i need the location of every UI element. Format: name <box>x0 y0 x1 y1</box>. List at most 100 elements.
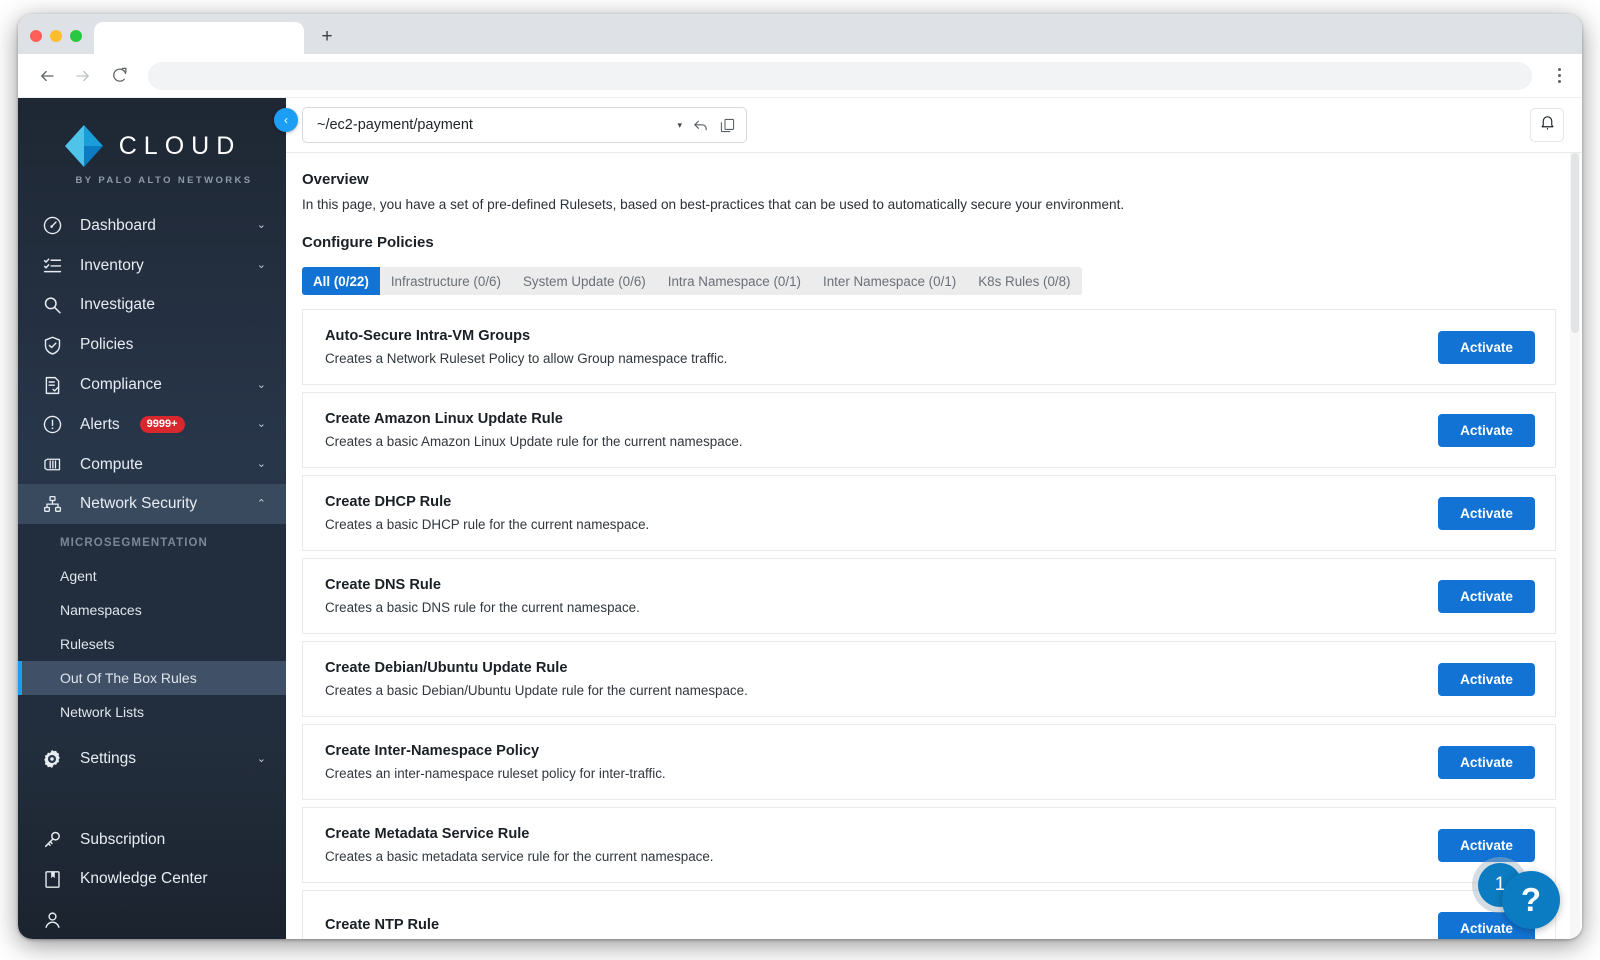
policy-card: Create Amazon Linux Update Rule Creates a… <box>302 392 1556 468</box>
chevron-down-icon: ⌄ <box>256 458 266 471</box>
sidebar-item-policies[interactable]: Policies <box>18 325 286 365</box>
forward-arrow-icon[interactable] <box>68 61 98 91</box>
minimize-window-button[interactable] <box>50 30 62 42</box>
activate-button[interactable]: Activate <box>1438 828 1535 862</box>
document-check-icon <box>40 373 64 397</box>
policy-card: Create Inter-Namespace Policy Creates an … <box>302 724 1556 800</box>
help-question-icon[interactable]: ? <box>1502 871 1560 929</box>
logo-wordmark: CLOUD <box>118 131 242 160</box>
policy-tab-0[interactable]: All (0/22) <box>302 267 380 295</box>
policy-card: Create Metadata Service Rule Creates a ba… <box>302 807 1556 883</box>
help-widget: 1 ? <box>1456 863 1566 933</box>
application-root: CLOUD BY PALO ALTO NETWORKS Dashboard ⌄ <box>18 98 1582 939</box>
sidebar-item-label: Settings <box>80 750 137 768</box>
magnifier-icon <box>40 293 64 317</box>
policy-card: Create NTP Rule Activate <box>302 890 1556 939</box>
policy-card-list: Auto-Secure Intra-VM Groups Creates a Net… <box>302 309 1556 939</box>
scrollbar-thumb[interactable] <box>1571 153 1579 333</box>
browser-toolbar <box>18 54 1582 98</box>
policy-tab-1[interactable]: Infrastructure (0/6) <box>379 267 512 295</box>
logo-subtitle: BY PALO ALTO NETWORKS <box>75 175 253 186</box>
policy-tab-3[interactable]: Intra Namespace (0/1) <box>656 267 812 295</box>
policy-card-title: Create DNS Rule <box>325 577 441 593</box>
undo-arrow-icon[interactable] <box>692 117 709 134</box>
container-icon <box>40 453 64 477</box>
sidebar: CLOUD BY PALO ALTO NETWORKS Dashboard ⌄ <box>18 98 286 939</box>
policy-card-title: Create DHCP Rule <box>325 494 452 510</box>
policy-card-description: Creates a Network Ruleset Policy to allo… <box>325 351 728 366</box>
policy-card-texts: Create Inter-Namespace Policy Creates an … <box>325 743 1438 781</box>
sidebar-item-namespaces[interactable]: Namespaces <box>18 593 286 627</box>
sidebar-item-knowledge-center[interactable]: Knowledge Center <box>18 860 286 900</box>
main-content: ~/ec2-payment/payment ▾ Overview In this… <box>286 98 1582 939</box>
policy-tab-4[interactable]: Inter Namespace (0/1) <box>812 267 968 295</box>
book-icon <box>40 867 64 891</box>
policy-card-texts: Create NTP Rule <box>325 917 1438 940</box>
policy-card: Create DHCP Rule Creates a basic DHCP rul… <box>302 475 1556 551</box>
address-bar[interactable] <box>148 61 1532 90</box>
reload-icon[interactable] <box>104 61 134 91</box>
chevron-down-icon: ⌄ <box>256 259 266 272</box>
policy-tab-5[interactable]: K8s Rules (0/8) <box>967 267 1082 295</box>
policy-card-description: Creates an inter-namespace ruleset polic… <box>325 766 666 781</box>
namespace-selector[interactable]: ~/ec2-payment/payment ▾ <box>302 107 747 143</box>
activate-button[interactable]: Activate <box>1438 745 1535 779</box>
maximize-window-button[interactable] <box>70 30 82 42</box>
kebab-menu-icon[interactable] <box>1546 61 1572 91</box>
sidebar-item-inventory[interactable]: Inventory ⌄ <box>18 246 286 286</box>
sidebar-item-out-of-the-box-rules[interactable]: Out Of The Box Rules <box>18 661 286 696</box>
activate-button[interactable]: Activate <box>1438 496 1535 530</box>
policy-card-title: Create NTP Rule <box>325 916 440 933</box>
shield-check-icon <box>40 333 64 357</box>
sidebar-item-dashboard[interactable]: Dashboard ⌄ <box>18 206 286 246</box>
policy-card-title: Create Debian/Ubuntu Update Rule <box>325 660 568 676</box>
gauge-icon <box>40 214 64 238</box>
policy-card: Create Debian/Ubuntu Update Rule Creates … <box>302 641 1556 717</box>
policy-tab-2[interactable]: System Update (0/6) <box>511 267 657 295</box>
content-scrollbar[interactable] <box>1570 153 1580 939</box>
sidebar-item-rulesets[interactable]: Rulesets <box>18 627 286 661</box>
sidebar-item-compliance[interactable]: Compliance ⌄ <box>18 365 286 405</box>
browser-tab[interactable] <box>94 22 304 54</box>
sidebar-item-alerts[interactable]: Alerts 9999+ ⌄ <box>18 405 286 445</box>
sidebar-item-subscription[interactable]: Subscription <box>18 820 286 860</box>
submenu-heading: MICROSEGMENTATION <box>60 537 208 550</box>
activate-button[interactable]: Activate <box>1438 413 1535 447</box>
sidebar-item-agent[interactable]: Agent <box>18 559 286 593</box>
namespace-value: ~/ec2-payment/payment <box>317 117 473 133</box>
sidebar-item-label: Alerts <box>80 415 120 433</box>
caret-down-icon[interactable]: ▾ <box>677 120 682 131</box>
chevron-down-icon: ⌄ <box>256 752 266 765</box>
policy-card-description: Creates a basic Debian/Ubuntu Update rul… <box>325 683 748 698</box>
sidebar-item-settings[interactable]: Settings ⌄ <box>18 739 286 779</box>
sidebar-item-label: Dashboard <box>80 216 156 234</box>
policy-card-title: Create Amazon Linux Update Rule <box>325 411 563 427</box>
alert-circle-icon <box>40 413 64 437</box>
activate-button[interactable]: Activate <box>1438 662 1535 696</box>
sidebar-item-network-security[interactable]: Network Security ⌃ <box>18 484 286 525</box>
notifications-button[interactable] <box>1530 108 1564 142</box>
policy-card-texts: Create DNS Rule Creates a basic DNS rule … <box>325 577 1438 615</box>
activate-button[interactable]: Activate <box>1438 579 1535 613</box>
sidebar-item-compute[interactable]: Compute ⌄ <box>18 445 286 485</box>
back-arrow-icon[interactable] <box>32 61 62 91</box>
sidebar-item-user-account[interactable] <box>18 899 286 939</box>
page-scroll-area[interactable]: Overview In this page, you have a set of… <box>286 153 1582 939</box>
policy-card-texts: Create Amazon Linux Update Rule Creates a… <box>325 411 1438 449</box>
key-icon <box>40 828 64 852</box>
copy-icon[interactable] <box>719 117 736 134</box>
content-header: ~/ec2-payment/payment ▾ <box>286 98 1582 153</box>
policy-card-title: Auto-Secure Intra-VM Groups <box>325 328 531 344</box>
sidebar-collapse-button[interactable]: ‹ <box>274 108 298 132</box>
sidebar-item-label: Compute <box>80 455 143 473</box>
sidebar-item-network-lists[interactable]: Network Lists <box>18 695 286 729</box>
overview-title: Overview <box>302 171 369 188</box>
sidebar-item-investigate[interactable]: Investigate <box>18 286 286 326</box>
bell-icon <box>1539 114 1556 136</box>
close-window-button[interactable] <box>30 30 42 42</box>
activate-button[interactable]: Activate <box>1438 330 1535 364</box>
policy-card-title: Create Inter-Namespace Policy <box>325 743 540 759</box>
sidebar-submenu-microsegmentation: MICROSEGMENTATION Agent Namespaces Rules… <box>18 524 286 734</box>
new-tab-button[interactable]: + <box>312 21 342 51</box>
